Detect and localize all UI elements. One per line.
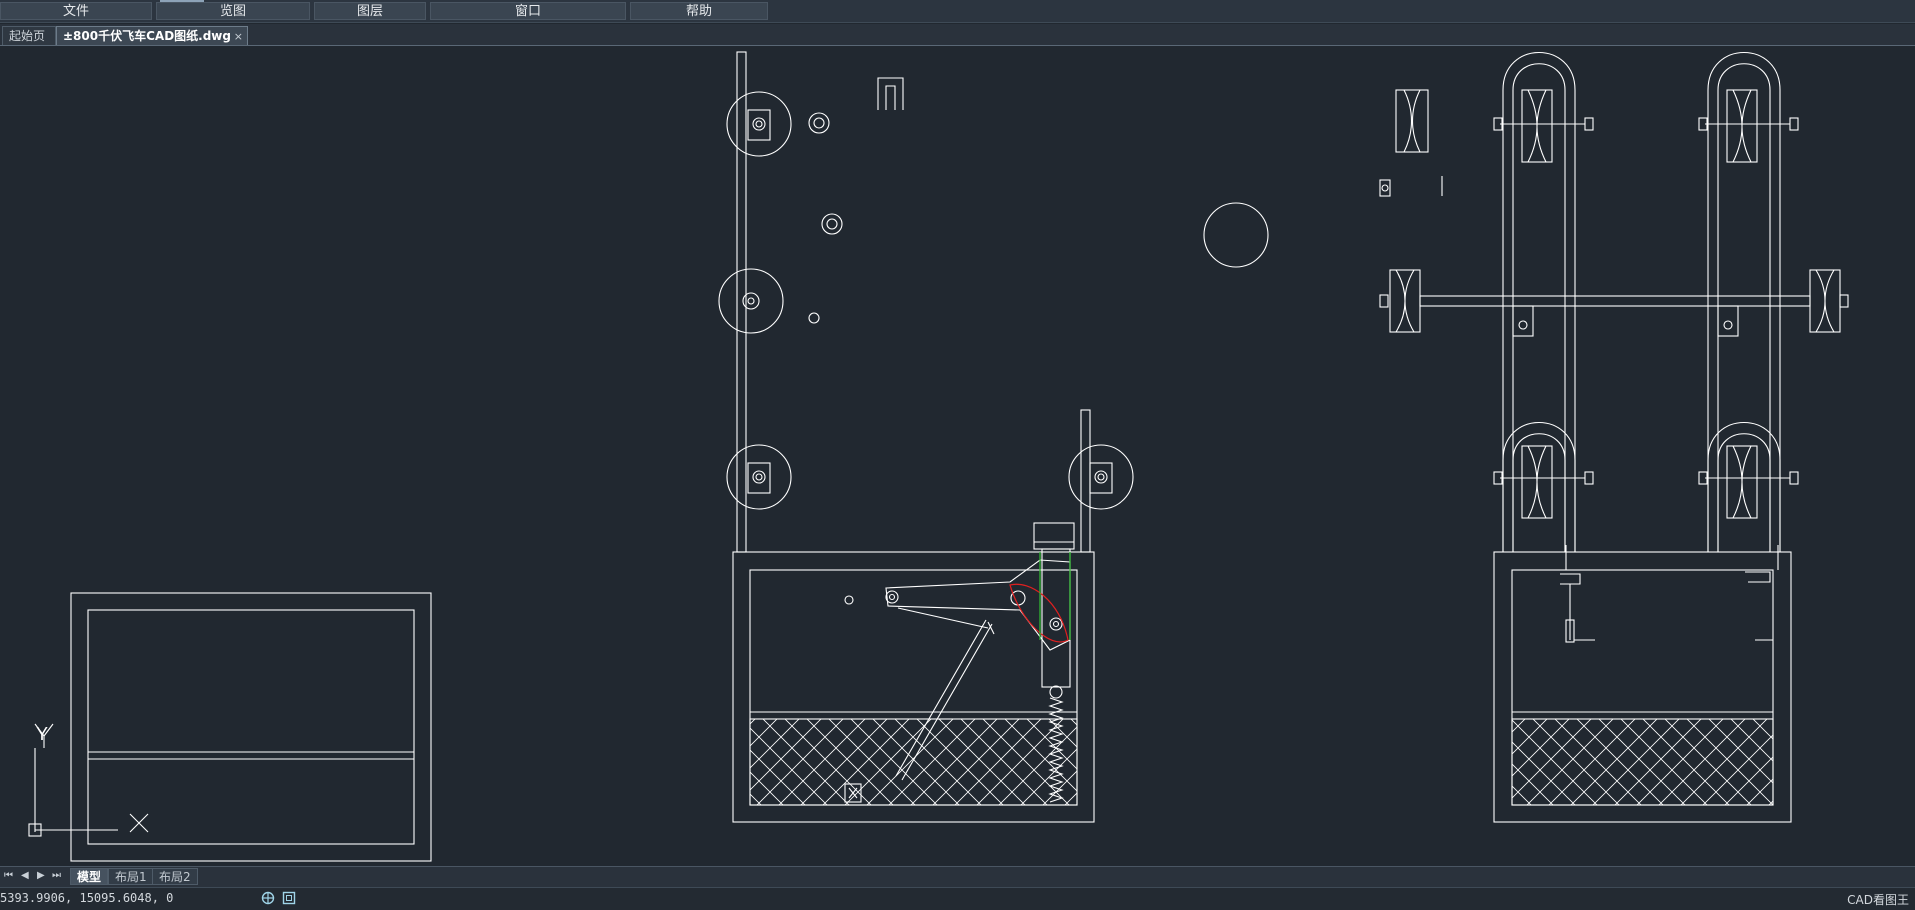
grid-icon[interactable] bbox=[282, 891, 296, 905]
tab-active-drawing[interactable]: ±800千伏飞车CAD图纸.dwg × bbox=[56, 26, 248, 45]
right-assembly bbox=[1379, 51, 1849, 823]
red-outline bbox=[1009, 583, 1069, 643]
prev-layout-icon[interactable]: ◀ bbox=[21, 870, 29, 881]
tab-model[interactable]: 模型 bbox=[70, 868, 109, 885]
menu-view[interactable]: 览图 bbox=[156, 2, 310, 20]
menu-file[interactable]: 文件 bbox=[0, 2, 152, 20]
document-tab-bar: 起始页 ±800千伏飞车CAD图纸.dwg × bbox=[0, 24, 1915, 46]
standalone-circle bbox=[1203, 202, 1269, 268]
menu-window[interactable]: 窗口 bbox=[430, 2, 626, 20]
tab-active-drawing-label: ±800千伏飞车CAD图纸.dwg bbox=[63, 29, 231, 43]
drawing-canvas[interactable]: Y X bbox=[0, 46, 1915, 866]
tab-layout2[interactable]: 布局2 bbox=[152, 868, 198, 885]
first-layout-icon[interactable]: ⏮ bbox=[4, 870, 13, 881]
menu-layer[interactable]: 图层 bbox=[314, 2, 426, 20]
next-layout-icon[interactable]: ▶ bbox=[37, 870, 45, 881]
status-bar: 5393.9906, 15095.6048, 0 CAD看图王 bbox=[0, 887, 1915, 910]
menu-bar: 文件 览图 图层 窗口 帮助 bbox=[0, 0, 1915, 23]
middle-assembly bbox=[718, 51, 1134, 823]
last-layout-icon[interactable]: ⏭ bbox=[52, 870, 61, 881]
snap-icon[interactable] bbox=[261, 891, 275, 905]
close-icon[interactable]: × bbox=[234, 27, 243, 46]
layout-tab-bar: ⏮ ◀ ▶ ⏭ 模型 布局1 布局2 bbox=[0, 866, 1915, 887]
title-block-frame bbox=[70, 592, 432, 862]
single-pulley bbox=[1379, 89, 1443, 197]
tab-start-page[interactable]: 起始页 bbox=[2, 26, 56, 45]
cursor-coordinates: 5393.9906, 15095.6048, 0 bbox=[0, 891, 174, 905]
app-name: CAD看图王 bbox=[1847, 893, 1909, 907]
menu-help[interactable]: 帮助 bbox=[630, 2, 768, 20]
tab-layout1[interactable]: 布局1 bbox=[108, 868, 154, 885]
ucs-y-label: Y bbox=[36, 724, 48, 744]
